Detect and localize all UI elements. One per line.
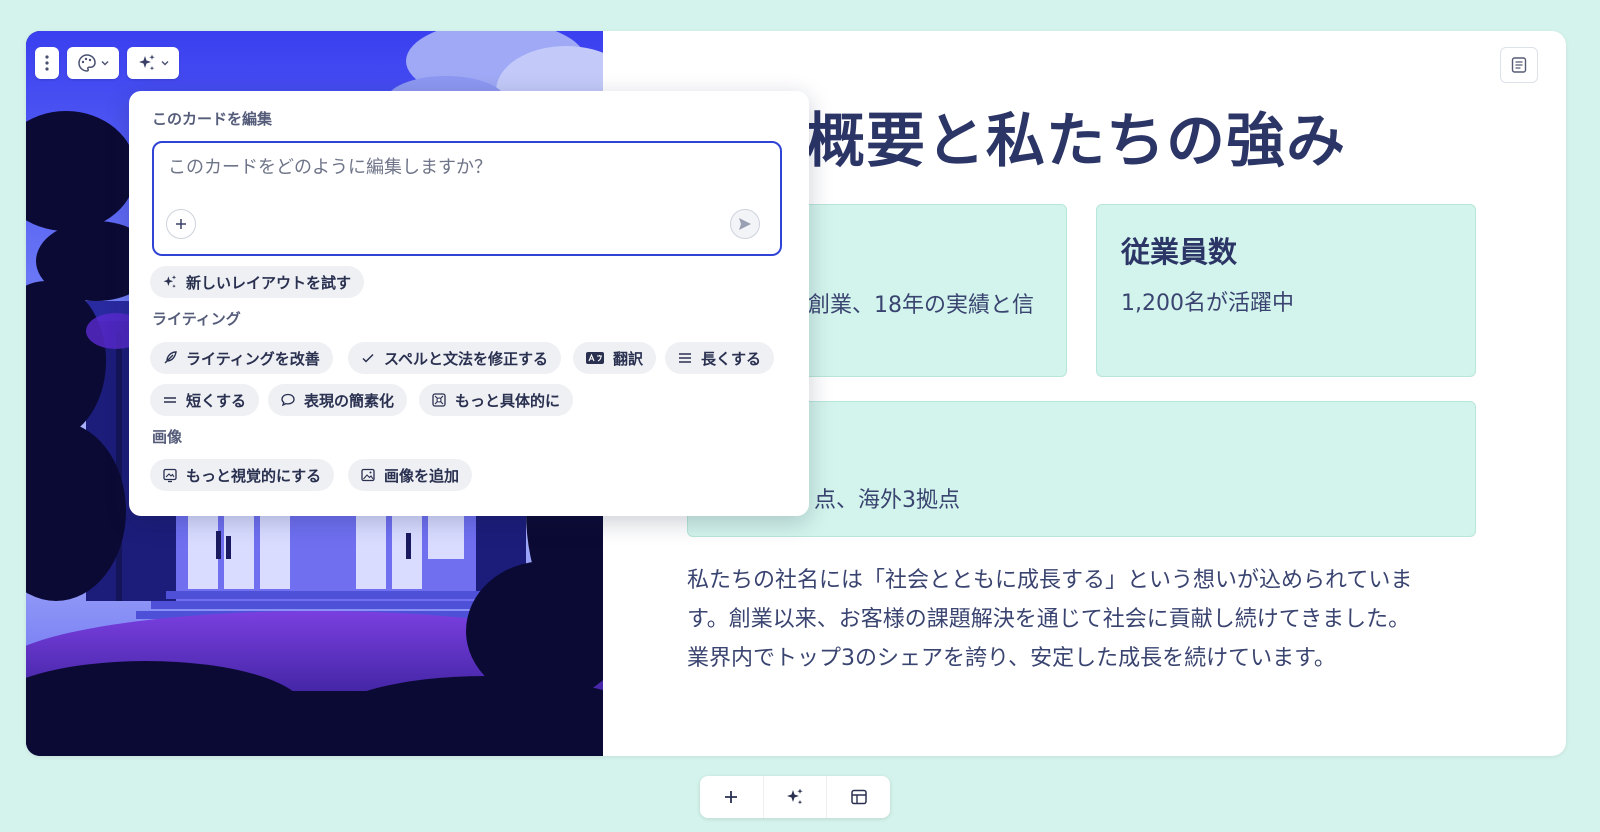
chip-label: 表現の簡素化 <box>304 391 395 410</box>
body-paragraph[interactable]: 私たちの社名には「社会とともに成長する」という想いが込められていま す。創業以来… <box>687 561 1487 678</box>
translate-icon <box>586 352 604 364</box>
add-card-button[interactable] <box>700 776 764 818</box>
image-section-label: 画像 <box>152 428 183 446</box>
stat-title: 従業員数 <box>1121 235 1238 269</box>
chevron-down-icon <box>161 61 168 66</box>
plus-icon <box>725 791 738 803</box>
target-icon <box>432 393 446 407</box>
ai-generate-button[interactable] <box>764 776 828 818</box>
more-visual-chip[interactable]: もっと視覚的にする <box>150 459 335 491</box>
chip-label: もっと具体的に <box>455 391 561 410</box>
stat-box-employees[interactable]: 従業員数 1,200名が活躍中 <box>1096 204 1476 377</box>
body-line: 私たちの社名には「社会とともに成長する」という想いが込められていま <box>687 568 1413 593</box>
speech-bubble-icon <box>281 393 295 407</box>
lengthen-chip[interactable]: 長くする <box>665 342 775 374</box>
translate-chip[interactable]: 翻訳 <box>573 342 657 374</box>
layout-button[interactable] <box>827 776 890 818</box>
stat-text: 1,200名が活躍中 <box>1121 291 1294 316</box>
shorten-chip[interactable]: 短くする <box>150 384 260 416</box>
check-icon <box>362 353 374 363</box>
slide-title[interactable]: 概要と私たちの強み <box>806 93 1346 178</box>
chip-label: もっと視覚的にする <box>186 466 322 485</box>
image-icon <box>361 468 375 482</box>
writing-section-label: ライティング <box>152 310 241 328</box>
chip-label: スペルと文法を修正する <box>384 349 548 368</box>
more-vertical-icon <box>45 55 49 71</box>
bottom-toolbar <box>700 776 890 818</box>
chip-label: ライティングを改善 <box>186 349 320 368</box>
feather-icon <box>164 351 177 364</box>
simplify-chip[interactable]: 表現の簡素化 <box>268 384 408 416</box>
ai-edit-button[interactable] <box>127 47 179 79</box>
try-layout-chip[interactable]: 新しいレイアウトを試す <box>150 266 365 298</box>
layout-icon <box>850 789 867 805</box>
chip-label: 画像を追加 <box>384 466 460 485</box>
card-menu-button[interactable] <box>35 47 59 79</box>
sparkle-icon <box>138 54 155 71</box>
stat-text: 点、海外3拠点 <box>814 488 960 513</box>
chip-label: 新しいレイアウトを試す <box>186 273 352 292</box>
chevron-down-icon <box>101 61 108 66</box>
send-button[interactable] <box>730 209 760 239</box>
body-line: す。創業以来、お客様の課題解決を通じて社会に貢献し続けてきました。 <box>687 607 1411 632</box>
more-specific-chip[interactable]: もっと具体的に <box>419 384 574 416</box>
sparkle-icon <box>787 788 803 805</box>
lines-icon <box>679 353 691 363</box>
prompt-box[interactable] <box>152 141 782 256</box>
notes-icon <box>1511 57 1527 73</box>
chip-label: 長くする <box>701 349 762 368</box>
edit-card-popup: このカードを編集 新しいレイアウトを試す ライティング ライティングを改善 スペ… <box>129 91 809 516</box>
body-line: 業界内でトップ3のシェアを誇り、安定した成長を続けています。 <box>687 646 1336 671</box>
improve-writing-chip[interactable]: ライティングを改善 <box>150 342 333 374</box>
theme-button[interactable] <box>67 47 119 79</box>
send-icon <box>739 218 751 230</box>
fix-spelling-chip[interactable]: スペルと文法を修正する <box>348 342 561 374</box>
stat-text: 創業、18年の実績と信 <box>808 293 1034 318</box>
sparkle-icon <box>163 275 177 288</box>
notes-button[interactable] <box>1500 47 1538 83</box>
attach-button[interactable] <box>166 209 196 239</box>
chip-label: 翻訳 <box>613 349 644 368</box>
palette-icon <box>77 54 96 72</box>
prompt-input[interactable] <box>166 153 730 181</box>
chip-label: 短くする <box>186 391 247 410</box>
short-lines-icon <box>164 397 176 403</box>
popup-heading: このカードを編集 <box>152 110 273 128</box>
plus-icon <box>176 219 186 229</box>
add-image-chip[interactable]: 画像を追加 <box>348 459 473 491</box>
visual-icon <box>163 468 177 483</box>
